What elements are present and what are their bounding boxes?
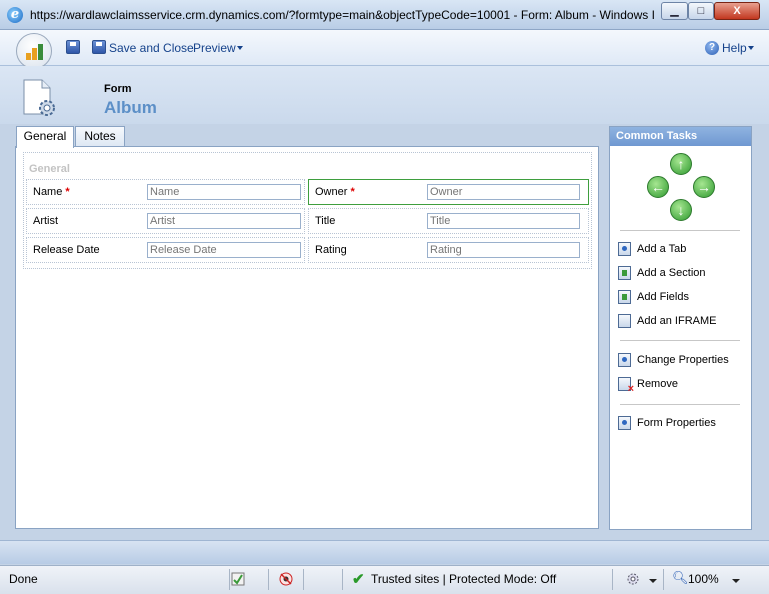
save-and-close-button[interactable]: Save and Close xyxy=(109,41,194,55)
change-properties-icon xyxy=(618,353,631,367)
help-chevron-down-icon[interactable] xyxy=(748,46,754,50)
security-zone-text[interactable]: Trusted sites | Protected Mode: Off xyxy=(371,572,556,586)
internet-explorer-icon: e xyxy=(7,7,23,23)
zoom-level[interactable]: 100% xyxy=(688,572,719,586)
maximize-button[interactable]: □ xyxy=(688,2,714,20)
add-section-label: Add a Section xyxy=(637,267,706,279)
footer-bar xyxy=(0,540,769,564)
section-title: General xyxy=(29,163,70,175)
common-tasks-title: Common Tasks xyxy=(610,127,751,146)
form-properties-icon xyxy=(618,416,631,430)
field-cell-release-date[interactable]: Release Date xyxy=(26,237,305,263)
add-iframe-label: Add an IFRAME xyxy=(637,315,717,327)
divider xyxy=(620,404,740,405)
required-marker: * xyxy=(350,186,355,198)
field-cell-rating[interactable]: Rating xyxy=(308,237,589,263)
remove-icon xyxy=(618,377,634,395)
form-type-label: Form xyxy=(104,83,132,95)
privacy-eye-icon[interactable] xyxy=(279,572,293,586)
arrow-right-icon[interactable]: → xyxy=(693,176,715,198)
add-fields-label: Add Fields xyxy=(637,291,689,303)
field-label-title: Title xyxy=(315,215,336,227)
add-tab-label: Add a Tab xyxy=(637,243,687,255)
status-text: Done xyxy=(9,572,38,586)
add-iframe-icon xyxy=(618,314,631,328)
status-bar: Done ✔ Trusted sites | Protected Mode: O… xyxy=(0,565,769,594)
artist-input[interactable] xyxy=(147,213,301,229)
preview-menu-button[interactable]: Preview xyxy=(193,41,236,55)
owner-input[interactable] xyxy=(427,184,580,200)
divider xyxy=(620,340,740,341)
window-title-bar: e https://wardlawclaimsservice.crm.dynam… xyxy=(0,0,769,30)
form-canvas: General Name * Owner * Artist xyxy=(15,146,599,529)
divider xyxy=(612,569,613,590)
field-label-owner-wrap: Owner * xyxy=(315,186,355,198)
field-label-artist: Artist xyxy=(33,215,59,227)
close-window-button[interactable]: X xyxy=(714,2,760,20)
tab-notes[interactable]: Notes xyxy=(75,126,125,147)
preview-chevron-down-icon[interactable] xyxy=(237,46,243,50)
add-fields-icon xyxy=(618,290,631,304)
field-row: Artist Title xyxy=(26,208,589,234)
save-and-close-icon[interactable] xyxy=(92,40,106,54)
window-title: https://wardlawclaimsservice.crm.dynamic… xyxy=(30,8,655,22)
rating-input[interactable] xyxy=(427,242,580,258)
divider xyxy=(229,569,230,590)
toolbar: Save and Close Preview ? Help xyxy=(0,30,769,69)
field-cell-name[interactable]: Name * xyxy=(26,179,305,205)
form-properties-label: Form Properties xyxy=(637,417,716,429)
required-marker: * xyxy=(65,186,70,198)
form-name-title: Album xyxy=(104,98,157,117)
divider xyxy=(303,569,304,590)
field-row: Name * Owner * xyxy=(26,179,589,205)
arrow-left-icon[interactable]: ← xyxy=(647,176,669,198)
field-label-name-wrap: Name * xyxy=(33,186,70,198)
field-cell-title[interactable]: Title xyxy=(308,208,589,234)
divider xyxy=(620,230,740,231)
minimize-button[interactable]: ▁ xyxy=(661,2,688,20)
divider xyxy=(663,569,664,590)
trusted-check-icon: ✔ xyxy=(352,571,365,588)
title-input[interactable] xyxy=(427,213,580,229)
help-icon[interactable]: ? xyxy=(705,41,719,55)
arrow-down-icon[interactable]: ↓ xyxy=(670,199,692,221)
page-status-icon[interactable] xyxy=(231,572,245,586)
form-header: Form Album xyxy=(0,66,769,124)
settings-chevron-down-icon[interactable] xyxy=(649,579,657,583)
divider xyxy=(268,569,269,590)
arrow-up-icon[interactable]: ↑ xyxy=(670,153,692,175)
zoom-magnifier-icon[interactable]: 🔍︎ xyxy=(672,570,689,586)
save-icon[interactable] xyxy=(66,40,80,54)
field-row: Release Date Rating xyxy=(26,237,589,263)
common-tasks-panel: Common Tasks ↑ ← → ↓ Add a Tab Add a Sec… xyxy=(609,126,752,530)
field-label-name: Name xyxy=(33,186,63,198)
field-cell-artist[interactable]: Artist xyxy=(26,208,305,234)
help-menu-button[interactable]: Help xyxy=(722,41,747,55)
field-label-release-date: Release Date xyxy=(33,244,100,256)
field-cell-owner[interactable]: Owner * xyxy=(308,179,589,205)
change-properties-label: Change Properties xyxy=(637,354,729,366)
field-label-rating: Rating xyxy=(315,244,347,256)
form-document-gear-icon xyxy=(23,79,55,116)
release-date-input[interactable] xyxy=(147,242,301,258)
add-tab-icon xyxy=(618,242,631,256)
zoom-chevron-down-icon[interactable] xyxy=(732,579,740,583)
dynamics-crm-logo-icon xyxy=(16,33,52,69)
name-input[interactable] xyxy=(147,184,301,200)
remove-label: Remove xyxy=(637,378,678,390)
general-section[interactable]: General Name * Owner * Artist xyxy=(23,152,592,269)
field-label-owner: Owner xyxy=(315,186,348,198)
add-section-icon xyxy=(618,266,631,280)
tab-general[interactable]: General xyxy=(16,126,74,148)
divider xyxy=(342,569,343,590)
protected-mode-settings-icon[interactable] xyxy=(626,572,640,586)
